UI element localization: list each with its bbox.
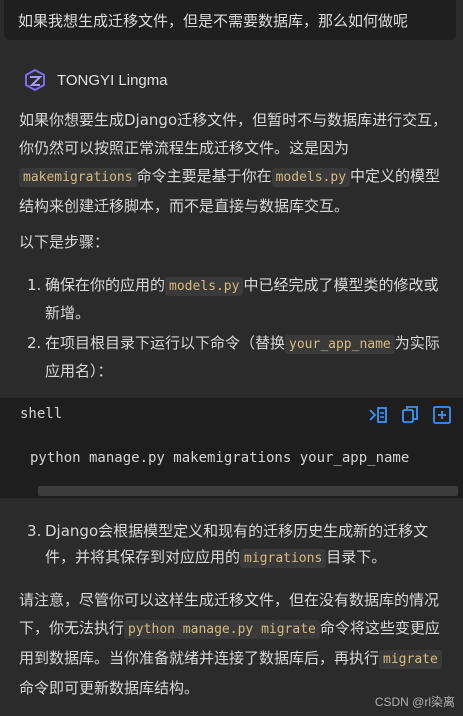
copy-icon[interactable]: [399, 404, 421, 426]
tongyi-logo-icon: [25, 68, 45, 92]
inline-code-models: models.py: [271, 168, 351, 187]
note-paragraph: 请注意，尽管你可以这样生成迁移文件，但在没有数据库的情况下，你无法执行 pytho…: [19, 586, 449, 702]
step-1-code: models.py: [165, 277, 244, 296]
assistant-name: TONGYI Lingma: [57, 71, 168, 89]
inline-code-migrate: migrate: [379, 650, 442, 669]
step-1: 1. 确保在你的应用的 models.py 中已经完成了模型类的修改或新增。: [19, 272, 445, 326]
assistant-header: TONGYI Lingma: [23, 68, 168, 92]
user-message: 如果我想生成迁移文件，但是不需要数据库，那么如何做呢: [4, 0, 456, 40]
assistant-reply: TONGYI Lingma 如果你想要生成Django迁移文件，但暂时不与数据库…: [5, 56, 457, 716]
code-toolbar: [357, 404, 453, 426]
step-2: 2. 在项目根目录下运行以下命令（替换 your_app_name 为实际应用名）：: [19, 330, 445, 384]
inline-code-makemigrations: makemigrations: [19, 168, 137, 187]
insert-icon[interactable]: [367, 404, 389, 426]
step-2-code: your_app_name: [285, 335, 395, 354]
watermark: CSDN @rl染离: [374, 695, 455, 709]
note-text-3: 命令即可更新数据库结构。: [19, 679, 200, 697]
step-3: 3. Django会根据模型定义和现有的迁移历史生成新的迁移文件，并将其保存到对…: [19, 518, 445, 572]
step-3-text-2: 目录下。: [326, 548, 387, 566]
code-block: shell python manage.py makemigrations yo…: [0, 398, 463, 498]
step-1-text-1: 确保在你的应用的: [45, 276, 166, 294]
intro-text-1: 如果你想要生成Django迁移文件，但暂时不与数据库进行交互，你仍然可以按照正常…: [19, 111, 448, 157]
code-language-label: shell: [20, 406, 63, 422]
horizontal-scrollbar[interactable]: [38, 486, 458, 496]
code-content: python manage.py makemigrations your_app…: [30, 450, 410, 466]
user-message-text: 如果我想生成迁移文件，但是不需要数据库，那么如何做呢: [18, 12, 409, 30]
step-3-code: migrations: [240, 549, 327, 568]
inline-code-migrate-cmd: python manage.py migrate: [124, 620, 320, 639]
intro-text-2: 命令主要是基于你在: [136, 167, 272, 185]
step-number: 2.: [27, 334, 42, 352]
step-number: 3.: [27, 522, 42, 540]
intro-paragraph: 如果你想要生成Django迁移文件，但暂时不与数据库进行交互，你仍然可以按照正常…: [19, 106, 449, 220]
step-2-text-1: 在项目根目录下运行以下命令（替换: [45, 334, 286, 352]
step-number: 1.: [27, 276, 42, 294]
new-file-icon[interactable]: [431, 404, 453, 426]
steps-heading: 以下是步骤：: [19, 233, 110, 251]
